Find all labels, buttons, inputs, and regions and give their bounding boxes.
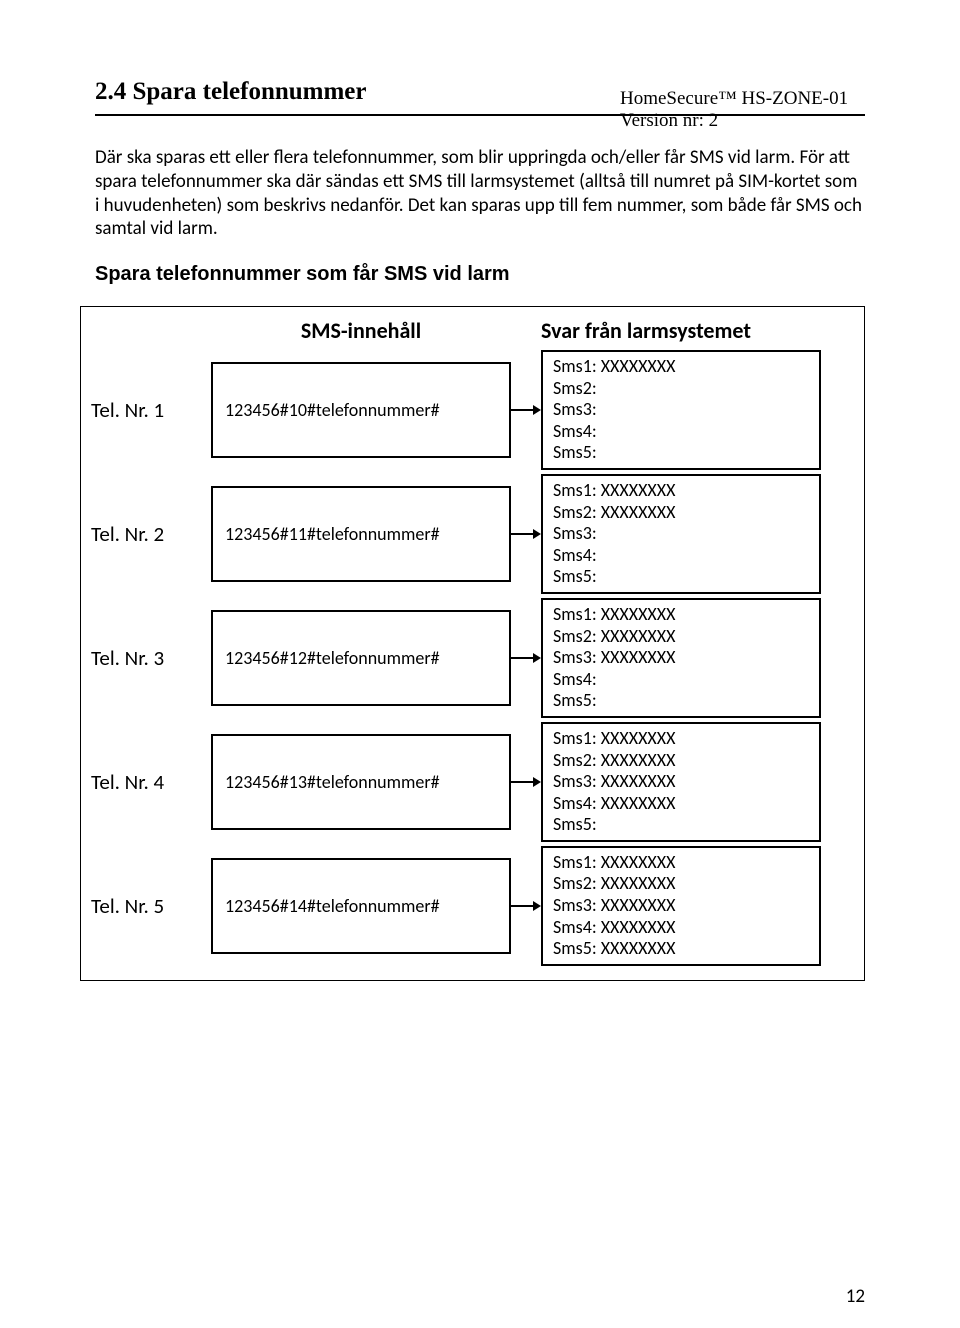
- arrow-icon: [511, 402, 541, 418]
- row-label: Tel. Nr. 2: [91, 521, 211, 547]
- arrow-icon: [511, 526, 541, 542]
- column-sms-header: SMS-innehåll: [211, 317, 511, 344]
- diagram-row: Tel. Nr. 1123456#10#telefonnummer# Sms1: …: [91, 350, 854, 470]
- response-line: Sms4: XXXXXXXX: [553, 793, 809, 815]
- arrow-icon: [511, 650, 541, 666]
- response-line: Sms2: XXXXXXXX: [553, 502, 809, 524]
- response-box: Sms1: XXXXXXXXSms2:Sms3:Sms4:Sms5:: [541, 350, 821, 470]
- response-line: Sms3: XXXXXXXX: [553, 771, 809, 793]
- page-number: 12: [846, 1285, 865, 1308]
- row-label: Tel. Nr. 3: [91, 645, 211, 671]
- diagram-header: SMS-innehåll Svar från larmsystemet: [91, 317, 854, 344]
- response-line: Sms4:: [553, 545, 809, 567]
- sms-content-box: 123456#13#telefonnummer#: [211, 734, 511, 830]
- diagram-row: Tel. Nr. 4123456#13#telefonnummer# Sms1: …: [91, 722, 854, 842]
- arrow-icon: [511, 898, 541, 914]
- sms-content-box: 123456#10#telefonnummer#: [211, 362, 511, 458]
- response-line: Sms2: XXXXXXXX: [553, 626, 809, 648]
- response-line: Sms3: XXXXXXXX: [553, 647, 809, 669]
- page-header: HomeSecure™ HS-ZONE-01 Version nr: 2: [620, 88, 848, 132]
- response-line: Sms1: XXXXXXXX: [553, 852, 809, 874]
- response-line: Sms1: XXXXXXXX: [553, 604, 809, 626]
- response-line: Sms5:: [553, 566, 809, 588]
- response-line: Sms1: XXXXXXXX: [553, 356, 809, 378]
- response-line: Sms5:: [553, 442, 809, 464]
- response-line: Sms5:: [553, 690, 809, 712]
- sms-content-box: 123456#12#telefonnummer#: [211, 610, 511, 706]
- sub-title: Spara telefonnummer som får SMS vid larm: [95, 263, 865, 286]
- response-line: Sms3: XXXXXXXX: [553, 895, 809, 917]
- sms-content-box: 123456#11#telefonnummer#: [211, 486, 511, 582]
- version-number: Version nr: 2: [620, 110, 848, 132]
- response-box: Sms1: XXXXXXXXSms2: XXXXXXXXSms3:Sms4:Sm…: [541, 474, 821, 594]
- body-paragraph: Där ska sparas ett eller flera telefonnu…: [95, 146, 865, 241]
- response-line: Sms5:: [553, 814, 809, 836]
- response-line: Sms2: XXXXXXXX: [553, 873, 809, 895]
- response-box: Sms1: XXXXXXXXSms2: XXXXXXXXSms3: XXXXXX…: [541, 722, 821, 842]
- response-line: Sms3:: [553, 523, 809, 545]
- arrow-icon: [511, 774, 541, 790]
- response-line: Sms5: XXXXXXXX: [553, 938, 809, 960]
- response-line: Sms1: XXXXXXXX: [553, 480, 809, 502]
- sms-content-box: 123456#14#telefonnummer#: [211, 858, 511, 954]
- response-box: Sms1: XXXXXXXXSms2: XXXXXXXXSms3: XXXXXX…: [541, 598, 821, 718]
- diagram-row: Tel. Nr. 5123456#14#telefonnummer# Sms1: …: [91, 846, 854, 966]
- response-line: Sms1: XXXXXXXX: [553, 728, 809, 750]
- response-line: Sms2:: [553, 378, 809, 400]
- response-box: Sms1: XXXXXXXXSms2: XXXXXXXXSms3: XXXXXX…: [541, 846, 821, 966]
- row-label: Tel. Nr. 4: [91, 769, 211, 795]
- response-line: Sms4: XXXXXXXX: [553, 917, 809, 939]
- response-line: Sms4:: [553, 669, 809, 691]
- response-line: Sms4:: [553, 421, 809, 443]
- diagram-row: Tel. Nr. 2123456#11#telefonnummer# Sms1: …: [91, 474, 854, 594]
- product-name: HomeSecure™ HS-ZONE-01: [620, 88, 848, 110]
- sms-diagram: SMS-innehåll Svar från larmsystemet Tel.…: [80, 306, 865, 981]
- row-label: Tel. Nr. 1: [91, 397, 211, 423]
- response-line: Sms3:: [553, 399, 809, 421]
- response-line: Sms2: XXXXXXXX: [553, 750, 809, 772]
- row-label: Tel. Nr. 5: [91, 893, 211, 919]
- diagram-row: Tel. Nr. 3123456#12#telefonnummer# Sms1: …: [91, 598, 854, 718]
- column-response-header: Svar från larmsystemet: [541, 317, 821, 344]
